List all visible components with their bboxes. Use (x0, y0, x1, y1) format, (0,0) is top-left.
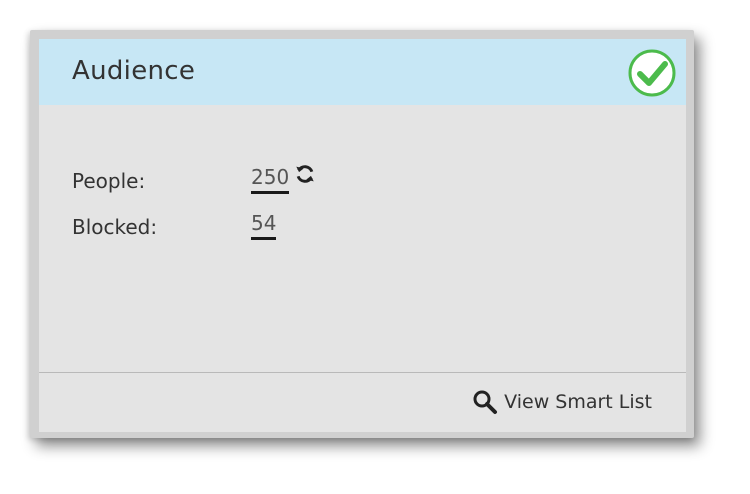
people-count-link[interactable]: 250 (251, 165, 290, 194)
refresh-icon[interactable] (294, 163, 316, 185)
blocked-count-link[interactable]: 54 (251, 211, 277, 240)
check-circle-icon (628, 49, 676, 97)
audience-card: Audience People: 250 Blocked: 54 View Sm… (39, 39, 686, 432)
people-label: People: (72, 169, 146, 193)
blocked-label: Blocked: (72, 215, 158, 239)
view-smart-list-label: View Smart List (504, 391, 652, 413)
card-footer: View Smart List (39, 372, 686, 433)
card-title: Audience (72, 56, 196, 86)
view-smart-list-button[interactable]: View Smart List (472, 389, 652, 415)
stage: Audience People: 250 Blocked: 54 View Sm… (0, 0, 750, 494)
search-icon (473, 390, 498, 414)
card-header: Audience (39, 39, 686, 105)
